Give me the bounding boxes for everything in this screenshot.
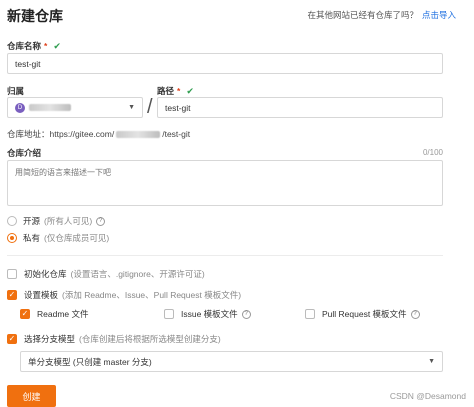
path-value: test-git <box>165 102 191 113</box>
repo-url-suffix: /test-git <box>162 129 191 139</box>
radio-private[interactable] <box>7 233 17 243</box>
import-hint: 在其他网站已经有仓库了吗？ 点击导入 <box>307 9 456 21</box>
avatar: D <box>15 102 25 113</box>
create-button[interactable]: 创建 <box>7 385 56 407</box>
help-icon[interactable]: ? <box>96 216 106 226</box>
page-title: 新建仓库 <box>7 8 63 24</box>
init-repo-label: 初始化仓库 <box>24 269 67 279</box>
visibility-private[interactable]: 私有 (仅仓库成员可见) <box>7 232 109 244</box>
repo-name-label: 仓库名称 * ✔ <box>7 40 61 52</box>
visibility-public[interactable]: 开源 (所有人可见) ? <box>7 215 106 227</box>
branch-model-option[interactable]: ✓ 选择分支模型 (仓库创建后将根据所选模型创建分支) <box>7 333 221 345</box>
valid-check-icon: ✔ <box>186 85 194 96</box>
branch-model-select[interactable]: 单分支模型 (只创建 master 分支) ▼ <box>20 351 443 372</box>
init-repo-option[interactable]: 初始化仓库 (设置语言、.gitignore、开源许可证) <box>7 268 205 280</box>
owner-label-text: 归属 <box>7 86 25 96</box>
pull-request-label: Pull Request 模板文件 <box>322 309 407 319</box>
path-input[interactable]: test-git <box>157 97 443 118</box>
template-checkbox[interactable]: ✓ <box>7 290 17 300</box>
repo-url-prefix: 仓库地址：https://gitee.com/ <box>7 129 115 139</box>
private-label: 私有 <box>23 233 41 243</box>
init-repo-hint: (设置语言、.gitignore、开源许可证) <box>70 269 205 279</box>
path-label: 路径 * ✔ <box>157 85 194 97</box>
watermark: CSDN @Desamond <box>389 391 466 401</box>
help-icon[interactable]: ? <box>241 309 251 319</box>
description-counter: 0/100 <box>422 148 443 157</box>
issue-checkbox[interactable] <box>164 309 174 319</box>
divider <box>7 255 443 256</box>
path-label-text: 路径 <box>157 86 175 96</box>
import-hint-text: 在其他网站已经有仓库了吗？ <box>307 10 418 20</box>
template-readme[interactable]: ✓ Readme 文件 <box>20 308 89 320</box>
pull-request-checkbox[interactable] <box>305 309 315 319</box>
template-hint: (添加 Readme、Issue、Pull Request 模板文件) <box>62 290 242 300</box>
branch-model-selected: 单分支模型 (只创建 master 分支) <box>28 356 152 367</box>
init-repo-checkbox[interactable] <box>7 269 17 279</box>
redacted-username <box>116 130 161 138</box>
template-pull-request[interactable]: Pull Request 模板文件 ? <box>305 308 420 320</box>
required-mark: * <box>44 41 48 51</box>
template-option[interactable]: ✓ 设置模板 (添加 Readme、Issue、Pull Request 模板文… <box>7 289 241 301</box>
required-mark: * <box>177 86 181 96</box>
template-label: 设置模板 <box>24 290 59 300</box>
branch-model-hint: (仓库创建后将根据所选模型创建分支) <box>79 334 221 344</box>
redacted-owner-name <box>29 104 71 111</box>
repo-name-input[interactable]: test-git <box>7 53 443 74</box>
owner-label: 归属 <box>7 85 24 97</box>
owner-select[interactable]: D ▼ <box>7 97 143 118</box>
radio-public[interactable] <box>7 216 17 226</box>
import-link[interactable]: 点击导入 <box>422 10 456 20</box>
valid-check-icon: ✔ <box>53 40 61 51</box>
repo-name-label-text: 仓库名称 <box>7 41 42 51</box>
readme-label: Readme 文件 <box>37 309 89 319</box>
owner-value: D <box>15 102 71 113</box>
caret-down-icon: ▼ <box>428 358 435 365</box>
caret-down-icon: ▼ <box>128 104 135 111</box>
private-hint: (仅仓库成员可见) <box>44 233 110 243</box>
description-textarea[interactable] <box>7 160 443 206</box>
readme-checkbox[interactable]: ✓ <box>20 309 30 319</box>
branch-model-checkbox[interactable]: ✓ <box>7 334 17 344</box>
description-label: 仓库介绍 <box>7 147 41 159</box>
help-icon[interactable]: ? <box>410 309 420 319</box>
public-hint: (所有人可见) <box>44 216 93 226</box>
repo-url: 仓库地址：https://gitee.com/ /test-git <box>7 128 190 140</box>
path-separator: / <box>147 96 153 118</box>
template-issue[interactable]: Issue 模板文件 ? <box>164 308 251 320</box>
public-label: 开源 <box>23 216 41 226</box>
issue-label: Issue 模板文件 <box>181 309 238 319</box>
description-label-text: 仓库介绍 <box>7 148 42 158</box>
branch-model-label: 选择分支模型 <box>24 334 76 344</box>
repo-name-value: test-git <box>15 58 41 69</box>
